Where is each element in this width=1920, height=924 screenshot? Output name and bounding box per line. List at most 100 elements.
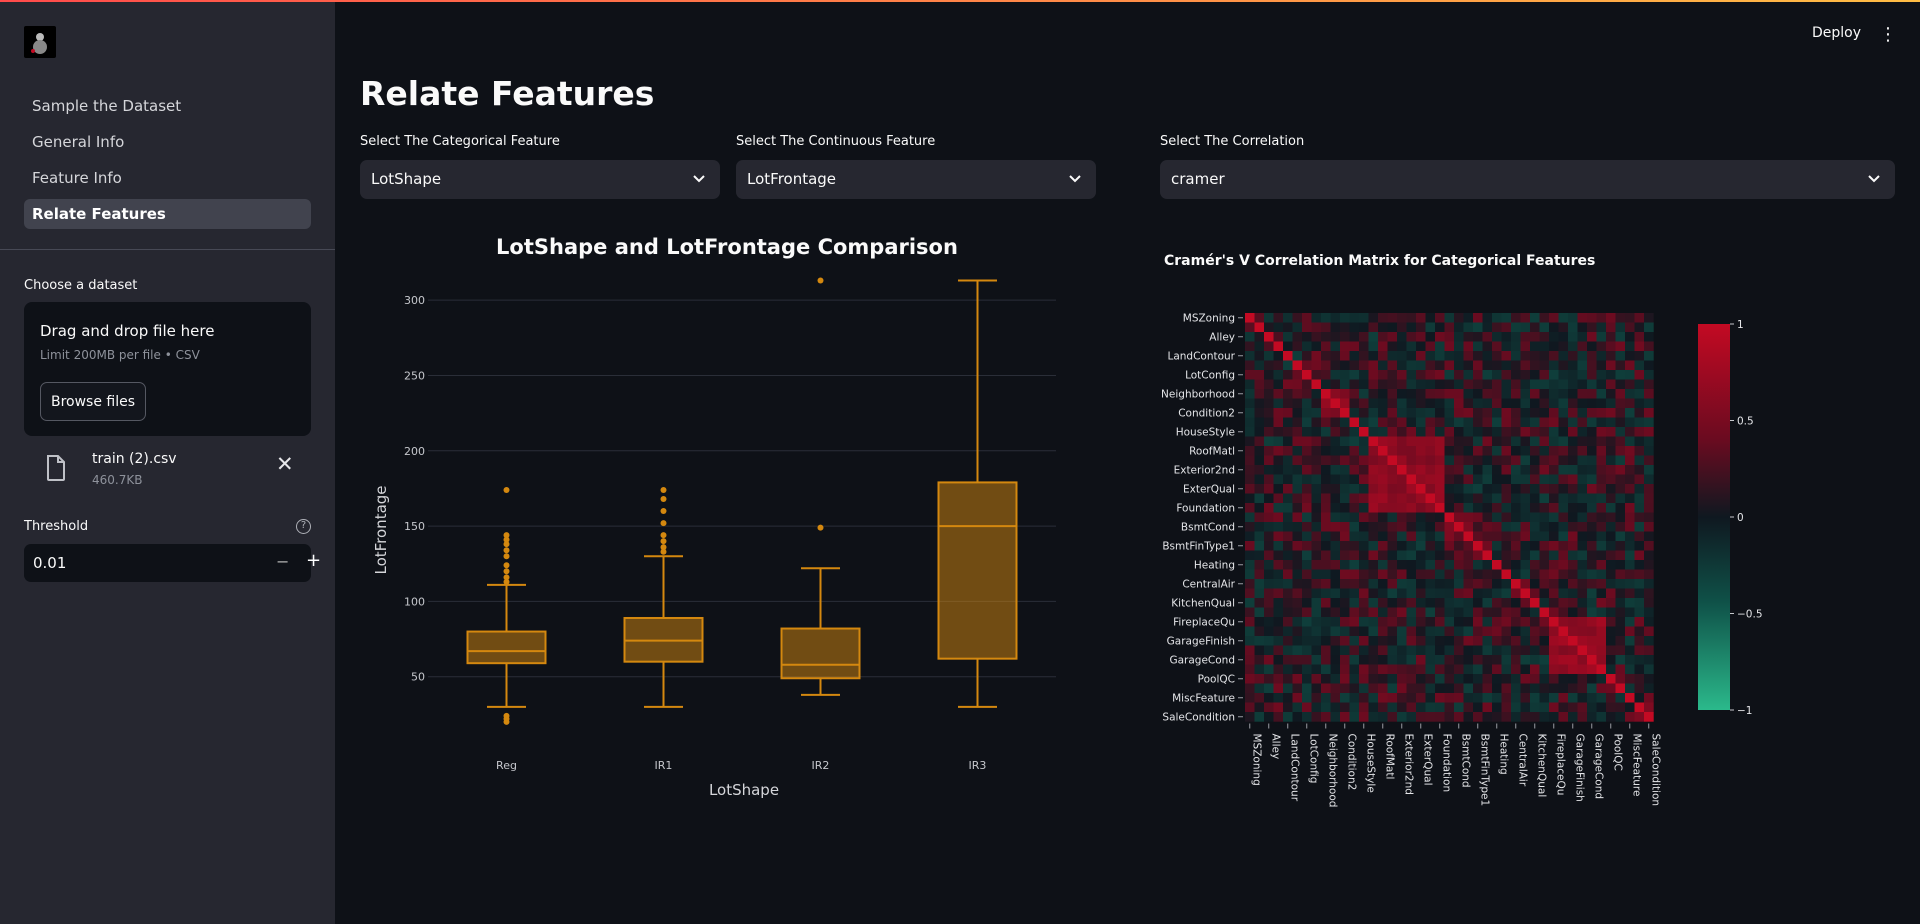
heatmap-cell[interactable] bbox=[1520, 598, 1531, 608]
heatmap-cell[interactable] bbox=[1463, 503, 1474, 513]
heatmap-cell[interactable] bbox=[1568, 550, 1578, 561]
heatmap-cell[interactable] bbox=[1596, 389, 1607, 399]
heatmap-cell[interactable] bbox=[1444, 512, 1455, 523]
heatmap-cell[interactable] bbox=[1349, 607, 1360, 618]
heatmap-cell[interactable] bbox=[1368, 332, 1379, 342]
heatmap-cell[interactable] bbox=[1397, 484, 1407, 494]
heatmap-cell[interactable] bbox=[1359, 607, 1369, 618]
heatmap-cell[interactable] bbox=[1387, 455, 1398, 466]
heatmap-cell[interactable] bbox=[1644, 712, 1654, 722]
heatmap-cell[interactable] bbox=[1501, 693, 1512, 703]
heatmap-cell[interactable] bbox=[1482, 389, 1493, 399]
heatmap-cell[interactable] bbox=[1606, 465, 1616, 475]
heatmap-cell[interactable] bbox=[1520, 569, 1531, 580]
heatmap-cell[interactable] bbox=[1444, 455, 1455, 466]
heatmap-cell[interactable] bbox=[1511, 465, 1521, 475]
heatmap-cell[interactable] bbox=[1596, 626, 1607, 637]
heatmap-cell[interactable] bbox=[1283, 332, 1293, 342]
heatmap-cell[interactable] bbox=[1596, 588, 1607, 599]
heatmap-cell[interactable] bbox=[1359, 370, 1369, 380]
heatmap-cell[interactable] bbox=[1425, 550, 1436, 561]
heatmap-cell[interactable] bbox=[1302, 332, 1312, 342]
heatmap-cell[interactable] bbox=[1311, 588, 1322, 599]
heatmap-cell[interactable] bbox=[1283, 522, 1293, 532]
heatmap-cell[interactable] bbox=[1539, 626, 1550, 637]
heatmap-cell[interactable] bbox=[1463, 674, 1474, 684]
heatmap-cell[interactable] bbox=[1539, 598, 1550, 608]
heatmap-cell[interactable] bbox=[1302, 588, 1312, 599]
heatmap-cell[interactable] bbox=[1387, 332, 1398, 342]
heatmap-cell[interactable] bbox=[1558, 588, 1569, 599]
heatmap-cell[interactable] bbox=[1520, 493, 1531, 504]
heatmap-cell[interactable] bbox=[1644, 370, 1654, 380]
heatmap-cell[interactable] bbox=[1435, 493, 1445, 504]
heatmap-cell[interactable] bbox=[1311, 683, 1322, 694]
heatmap-cell[interactable] bbox=[1501, 655, 1512, 665]
heatmap-cell[interactable] bbox=[1615, 702, 1626, 713]
heatmap-cell[interactable] bbox=[1634, 322, 1645, 333]
heatmap-cell[interactable] bbox=[1397, 579, 1407, 589]
heatmap-cell[interactable] bbox=[1520, 636, 1531, 646]
heatmap-cell[interactable] bbox=[1397, 379, 1407, 390]
heatmap-cell[interactable] bbox=[1340, 408, 1350, 418]
heatmap-cell[interactable] bbox=[1644, 455, 1654, 466]
heatmap-cell[interactable] bbox=[1359, 588, 1369, 599]
heatmap-cell[interactable] bbox=[1245, 398, 1255, 409]
heatmap-cell[interactable] bbox=[1454, 569, 1464, 580]
heatmap-cell[interactable] bbox=[1378, 484, 1388, 494]
heatmap-cell[interactable] bbox=[1378, 370, 1388, 380]
heatmap-cell[interactable] bbox=[1435, 351, 1445, 361]
heatmap-cell[interactable] bbox=[1549, 389, 1559, 399]
heatmap-cell[interactable] bbox=[1539, 569, 1550, 580]
heatmap-cell[interactable] bbox=[1530, 560, 1540, 570]
heatmap-cell[interactable] bbox=[1311, 560, 1322, 570]
heatmap-cell[interactable] bbox=[1416, 683, 1426, 694]
heatmap-cell[interactable] bbox=[1606, 351, 1616, 361]
heatmap-cell[interactable] bbox=[1273, 512, 1284, 523]
heatmap-cell[interactable] bbox=[1254, 351, 1265, 361]
heatmap-cell[interactable] bbox=[1615, 626, 1626, 637]
heatmap-cell[interactable] bbox=[1606, 541, 1616, 551]
heatmap-cell[interactable] bbox=[1587, 446, 1597, 456]
heatmap-cell[interactable] bbox=[1482, 636, 1493, 646]
heatmap-cell[interactable] bbox=[1245, 503, 1255, 513]
heatmap-cell[interactable] bbox=[1577, 389, 1588, 399]
heatmap-cell[interactable] bbox=[1511, 531, 1521, 542]
heatmap-cell[interactable] bbox=[1273, 389, 1284, 399]
heatmap-cell[interactable] bbox=[1615, 712, 1626, 722]
heatmap-cell[interactable] bbox=[1444, 370, 1455, 380]
heatmap-cell[interactable] bbox=[1530, 408, 1540, 418]
heatmap-cell[interactable] bbox=[1625, 408, 1635, 418]
heatmap-cell[interactable] bbox=[1473, 370, 1483, 380]
heatmap-cell[interactable] bbox=[1587, 588, 1597, 599]
heatmap-cell[interactable] bbox=[1330, 683, 1341, 694]
heatmap-cell[interactable] bbox=[1463, 370, 1474, 380]
heatmap-cell[interactable] bbox=[1625, 465, 1635, 475]
heatmap-cell[interactable] bbox=[1606, 617, 1616, 627]
heatmap-cell[interactable] bbox=[1644, 484, 1654, 494]
heatmap-cell[interactable] bbox=[1425, 370, 1436, 380]
heatmap-cell[interactable] bbox=[1340, 436, 1350, 447]
heatmap-cell[interactable] bbox=[1359, 493, 1369, 504]
heatmap-cell[interactable] bbox=[1340, 531, 1350, 542]
heatmap-cell[interactable] bbox=[1549, 503, 1559, 513]
heatmap-cell[interactable] bbox=[1492, 617, 1502, 627]
heatmap-cell[interactable] bbox=[1577, 531, 1588, 542]
heatmap-cell[interactable] bbox=[1454, 655, 1464, 665]
heatmap-cell[interactable] bbox=[1463, 408, 1474, 418]
outlier-point[interactable] bbox=[660, 520, 667, 527]
heatmap-cell[interactable] bbox=[1368, 408, 1379, 418]
heatmap-cell[interactable] bbox=[1539, 455, 1550, 466]
heatmap-cell[interactable] bbox=[1311, 693, 1322, 703]
heatmap-cell[interactable] bbox=[1568, 351, 1578, 361]
heatmap-cell[interactable] bbox=[1273, 560, 1284, 570]
heatmap-cell[interactable] bbox=[1264, 702, 1274, 713]
heatmap-cell[interactable] bbox=[1492, 351, 1502, 361]
heatmap-cell[interactable] bbox=[1435, 379, 1445, 390]
heatmap-cell[interactable] bbox=[1501, 579, 1512, 589]
heatmap-cell[interactable] bbox=[1292, 341, 1303, 352]
heatmap-cell[interactable] bbox=[1378, 626, 1388, 637]
heatmap-cell[interactable] bbox=[1482, 341, 1493, 352]
heatmap-cell[interactable] bbox=[1245, 636, 1255, 646]
heatmap-cell[interactable] bbox=[1463, 465, 1474, 475]
